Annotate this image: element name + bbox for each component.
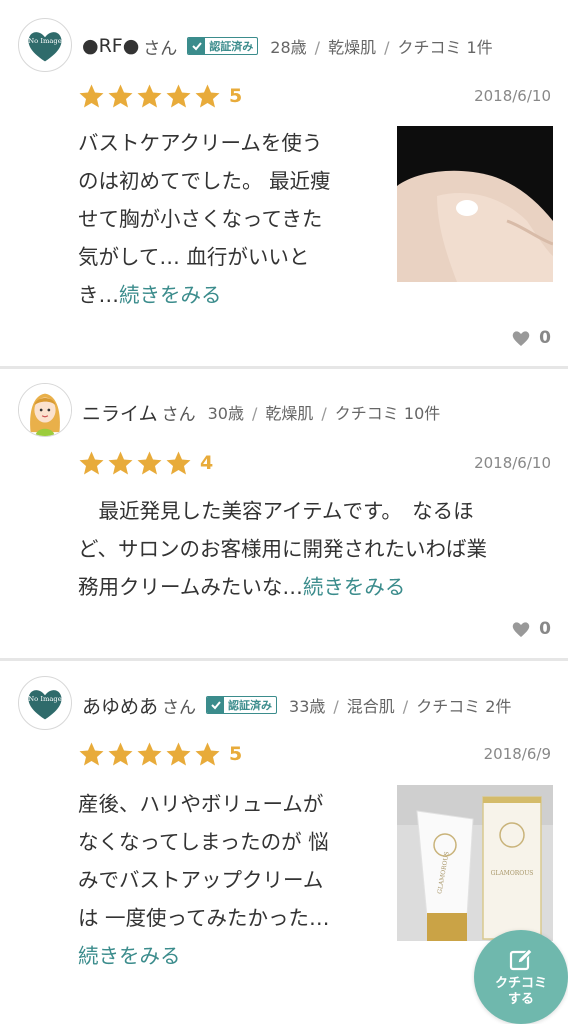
illustrated-avatar (19, 384, 71, 436)
like-counter[interactable]: 0 (511, 328, 551, 348)
review-count: クチコミ 10件 (334, 404, 441, 423)
star-icon (137, 451, 162, 474)
review-photo[interactable] (397, 126, 553, 282)
skin-type: 混合肌 (346, 697, 395, 716)
review-text-line: 最近発見した美容アイテムです。 なるほ (78, 499, 474, 523)
like-count: 0 (539, 619, 551, 639)
review-text-line: のは初めてでした。 最近痩 (78, 169, 331, 193)
review-header: あゆめあ さん 認証済み 33歳 / 混合肌 / クチコミ 2件 (82, 690, 511, 720)
review-date: 2018/6/10 (474, 454, 551, 472)
honorific: さん (143, 38, 178, 59)
honorific: さん (161, 404, 196, 425)
product-brand-text: GLAMOROUS (491, 870, 534, 877)
review-text-line: 産後、ハリやボリュームが (78, 792, 324, 816)
review-count: クチコミ 2件 (416, 697, 512, 716)
rating-value: 5 (229, 743, 243, 765)
product-photo: GLAMOROUS GLAMOROUS (397, 785, 553, 941)
reviewer-meta: 33歳 / 混合肌 / クチコミ 2件 (289, 697, 512, 716)
star-icon (166, 742, 191, 765)
no-image-heart-icon: No Image (28, 32, 62, 62)
heart-icon (512, 331, 530, 346)
star-icon (166, 84, 191, 107)
review-text-line: なくなってしまったのが 悩 (78, 830, 329, 854)
read-more-link[interactable]: 続きをみる (119, 283, 222, 307)
like-counter[interactable]: 0 (511, 619, 551, 639)
read-more-link[interactable]: 続きをみる (78, 944, 181, 968)
age: 30歳 (207, 404, 244, 423)
no-image-heart-icon: No Image (28, 690, 62, 720)
rating-value: 5 (229, 85, 243, 107)
honorific: さん (162, 697, 197, 718)
review-card: ニライム さん 30歳 / 乾燥肌 / クチコミ 10件 4 2018/6/10 最近発… (0, 369, 568, 658)
nickname[interactable]: ニライム (82, 399, 158, 426)
heart-icon (512, 622, 530, 637)
nickname[interactable]: あゆめあ (82, 692, 158, 719)
reviewer-meta: 30歳 / 乾燥肌 / クチコミ 10件 (207, 404, 441, 423)
review-text-line: き…続きをみる (78, 283, 222, 307)
reviewer-meta: 28歳 / 乾燥肌 / クチコミ 1件 (270, 38, 493, 57)
age: 28歳 (270, 38, 307, 57)
avatar[interactable]: No Image (18, 676, 72, 730)
fab-label-line1: クチコミ (494, 976, 547, 991)
star-icon (79, 742, 104, 765)
star-icon (108, 451, 133, 474)
star-rating: 4 (78, 449, 213, 477)
avatar-label: No Image (28, 37, 61, 45)
review-text-line: みでバストアップクリーム (78, 868, 324, 892)
review-text: 最近発見した美容アイテムです。 なるほ ど、サロンのお客様用に開発されたいわば業務… (78, 492, 553, 606)
review-text-line: ど、サロンのお客様用に開発されたいわば業 (78, 537, 487, 561)
star-icon (79, 84, 104, 107)
review-photo[interactable]: GLAMOROUS GLAMOROUS (397, 785, 553, 941)
star-icon (108, 84, 133, 107)
skin-type: 乾燥肌 (328, 38, 377, 57)
review-count: クチコミ 1件 (397, 38, 493, 57)
verified-label: 認証済み (228, 699, 273, 712)
review-text: 産後、ハリやボリュームが なくなってしまったのが 悩みでバストアップクリームは 一… (78, 785, 378, 975)
check-icon (207, 697, 225, 713)
verified-badge: 認証済み (206, 696, 278, 714)
star-icon (79, 451, 104, 474)
review-text-line: バストケアクリームを使う (78, 131, 323, 155)
star-icon (137, 742, 162, 765)
fab-label-line2: する (507, 992, 534, 1007)
review-date: 2018/6/10 (474, 87, 551, 105)
review-text-line: 気がして… 血行がいいと (78, 245, 310, 269)
avatar[interactable]: No Image (18, 18, 72, 72)
review-text: バストケアクリームを使う のは初めてでした。 最近痩 せて胸が小さくなってきた 気がし… (78, 124, 378, 314)
review-text-line: せて胸が小さくなってきた (78, 207, 323, 231)
review-text-line: は 一度使ってみたかった… (78, 906, 330, 930)
star-icon (195, 742, 220, 765)
pencil-edit-icon (509, 948, 533, 971)
avatar[interactable] (18, 383, 72, 437)
skin-type: 乾燥肌 (265, 404, 314, 423)
star-icon (166, 451, 191, 474)
check-icon (188, 38, 206, 54)
review-date: 2018/6/9 (483, 745, 551, 763)
review-header: ●RF● さん 認証済み 28歳 / 乾燥肌 / クチコミ 1件 (82, 31, 493, 61)
verified-label: 認証済み (209, 40, 254, 53)
rating-value: 4 (200, 452, 214, 474)
review-text-line: 務用クリームみたいな…続きをみる (78, 575, 406, 599)
verified-badge: 認証済み (187, 37, 259, 55)
avatar-label: No Image (28, 695, 61, 703)
review-header: ニライム さん 30歳 / 乾燥肌 / クチコミ 10件 (82, 397, 440, 427)
review-card: No Image ●RF● さん 認証済み 28歳 / 乾燥肌 / クチコミ 1件 5 … (0, 0, 568, 366)
star-rating: 5 (78, 82, 242, 110)
star-icon (108, 742, 133, 765)
star-rating: 5 (78, 740, 242, 768)
star-icon (195, 84, 220, 107)
write-review-button[interactable]: クチコミ する (474, 930, 568, 1024)
age: 33歳 (289, 697, 326, 716)
star-icon (137, 84, 162, 107)
nickname[interactable]: ●RF● (82, 35, 139, 57)
read-more-link[interactable]: 続きをみる (303, 575, 406, 599)
hand-cream-photo (397, 126, 553, 282)
like-count: 0 (539, 328, 551, 348)
